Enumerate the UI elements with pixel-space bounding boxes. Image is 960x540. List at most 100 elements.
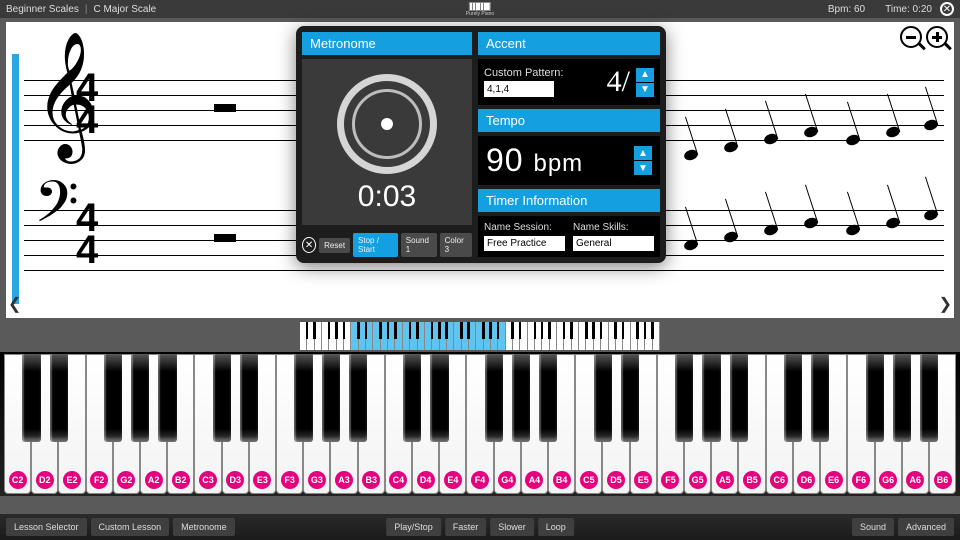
black-key[interactable] xyxy=(675,354,693,442)
black-key[interactable] xyxy=(730,354,748,442)
black-key[interactable] xyxy=(50,354,68,442)
accent-down-button[interactable]: ▼ xyxy=(636,83,654,97)
advanced-button[interactable]: Advanced xyxy=(898,518,954,536)
key-label: A3 xyxy=(335,471,353,489)
color-select-button[interactable]: Color 3 xyxy=(440,233,472,257)
black-key[interactable] xyxy=(811,354,829,442)
reset-button[interactable]: Reset xyxy=(319,238,350,253)
black-key[interactable] xyxy=(158,354,176,442)
skills-input[interactable] xyxy=(573,236,654,251)
piano-keyboard: C2D2E2F2G2A2B2C3D3E3F3G3A3B3C4D4E4F4G4A4… xyxy=(0,352,960,496)
black-key[interactable] xyxy=(594,354,612,442)
metronome-header: Metronome xyxy=(302,32,472,55)
black-key[interactable] xyxy=(294,354,312,442)
black-key[interactable] xyxy=(430,354,448,442)
faster-button[interactable]: Faster xyxy=(445,518,487,536)
key-label: B4 xyxy=(553,471,571,489)
custom-lesson-button[interactable]: Custom Lesson xyxy=(91,518,170,536)
pattern-input[interactable] xyxy=(484,81,554,97)
key-label: A5 xyxy=(716,471,734,489)
bass-clef-icon: 𝄢 xyxy=(34,176,79,246)
key-label: G3 xyxy=(308,471,326,489)
black-key[interactable] xyxy=(240,354,258,442)
black-key[interactable] xyxy=(403,354,421,442)
black-key[interactable] xyxy=(22,354,40,442)
key-label: G5 xyxy=(689,471,707,489)
black-key[interactable] xyxy=(920,354,938,442)
lesson-selector-button[interactable]: Lesson Selector xyxy=(6,518,87,536)
rest-icon xyxy=(214,234,236,242)
key-label: E5 xyxy=(634,471,652,489)
metronome-button[interactable]: Metronome xyxy=(173,518,235,536)
brand-keys-icon xyxy=(469,2,491,11)
time-label: Time: xyxy=(885,4,910,15)
tempo-down-button[interactable]: ▼ xyxy=(634,161,652,175)
metronome-panel: Metronome 0:03 ✕ Reset Stop / Start Soun… xyxy=(296,26,666,263)
black-key[interactable] xyxy=(702,354,720,442)
sound-button[interactable]: Sound xyxy=(852,518,894,536)
black-key[interactable] xyxy=(866,354,884,442)
key-label: F2 xyxy=(90,471,108,489)
time-signature-bass: 44 xyxy=(76,202,98,266)
bpm-label: Bpm: xyxy=(828,4,851,15)
black-key[interactable] xyxy=(893,354,911,442)
black-key[interactable] xyxy=(213,354,231,442)
tempo-unit: bpm xyxy=(533,150,583,177)
metronome-dial[interactable] xyxy=(337,74,437,174)
key-label: E2 xyxy=(63,471,81,489)
brand-text: Purely Piano xyxy=(466,11,494,17)
footer-bar: Lesson Selector Custom Lesson Metronome … xyxy=(0,514,960,540)
black-key[interactable] xyxy=(539,354,557,442)
mini-keyboard[interactable] xyxy=(300,322,660,350)
zoom-controls xyxy=(900,26,948,48)
next-page-button[interactable]: ❯ xyxy=(939,294,952,314)
key-label: D3 xyxy=(226,471,244,489)
key-label: F3 xyxy=(281,471,299,489)
key-label: B5 xyxy=(743,471,761,489)
tempo-up-button[interactable]: ▲ xyxy=(634,146,652,160)
accent-display: 4/ xyxy=(569,65,630,99)
slower-button[interactable]: Slower xyxy=(490,518,534,536)
key-label: G2 xyxy=(117,471,135,489)
top-bar: Beginner Scales | C Major Scale Purely P… xyxy=(0,0,960,18)
prev-page-button[interactable]: ❮ xyxy=(8,294,21,314)
lesson-name: C Major Scale xyxy=(93,4,156,15)
key-label: C6 xyxy=(770,471,788,489)
session-input[interactable] xyxy=(484,236,565,251)
black-key[interactable] xyxy=(349,354,367,442)
playhead[interactable] xyxy=(12,54,19,304)
zoom-in-icon[interactable] xyxy=(926,26,948,48)
key-label: C2 xyxy=(9,471,27,489)
accent-up-button[interactable]: ▲ xyxy=(636,68,654,82)
key-label: C3 xyxy=(199,471,217,489)
black-key[interactable] xyxy=(512,354,530,442)
pattern-label: Custom Pattern: xyxy=(484,67,563,79)
sound-select-button[interactable]: Sound 1 xyxy=(401,233,437,257)
loop-button[interactable]: Loop xyxy=(538,518,574,536)
key-label: F6 xyxy=(852,471,870,489)
metronome-timer: 0:03 xyxy=(358,180,416,214)
close-button[interactable]: ✕ xyxy=(940,2,954,16)
key-label: E4 xyxy=(444,471,462,489)
timer-info-header: Timer Information xyxy=(478,189,660,212)
key-label: G6 xyxy=(879,471,897,489)
key-label: A6 xyxy=(906,471,924,489)
key-label: B2 xyxy=(172,471,190,489)
rest-icon xyxy=(214,104,236,112)
black-key[interactable] xyxy=(131,354,149,442)
black-key[interactable] xyxy=(104,354,122,442)
black-key[interactable] xyxy=(621,354,639,442)
skills-label: Name Skills: xyxy=(573,222,654,233)
zoom-out-icon[interactable] xyxy=(900,26,922,48)
bpm-value: 60 xyxy=(854,4,865,15)
play-stop-button[interactable]: Play/Stop xyxy=(386,518,441,536)
session-label: Name Session: xyxy=(484,222,565,233)
black-key[interactable] xyxy=(784,354,802,442)
key-label: F4 xyxy=(471,471,489,489)
black-key[interactable] xyxy=(322,354,340,442)
panel-close-button[interactable]: ✕ xyxy=(302,237,316,253)
time-signature-treble: 44 xyxy=(76,72,98,136)
key-label: B3 xyxy=(362,471,380,489)
black-key[interactable] xyxy=(485,354,503,442)
stop-start-button[interactable]: Stop / Start xyxy=(353,233,398,257)
